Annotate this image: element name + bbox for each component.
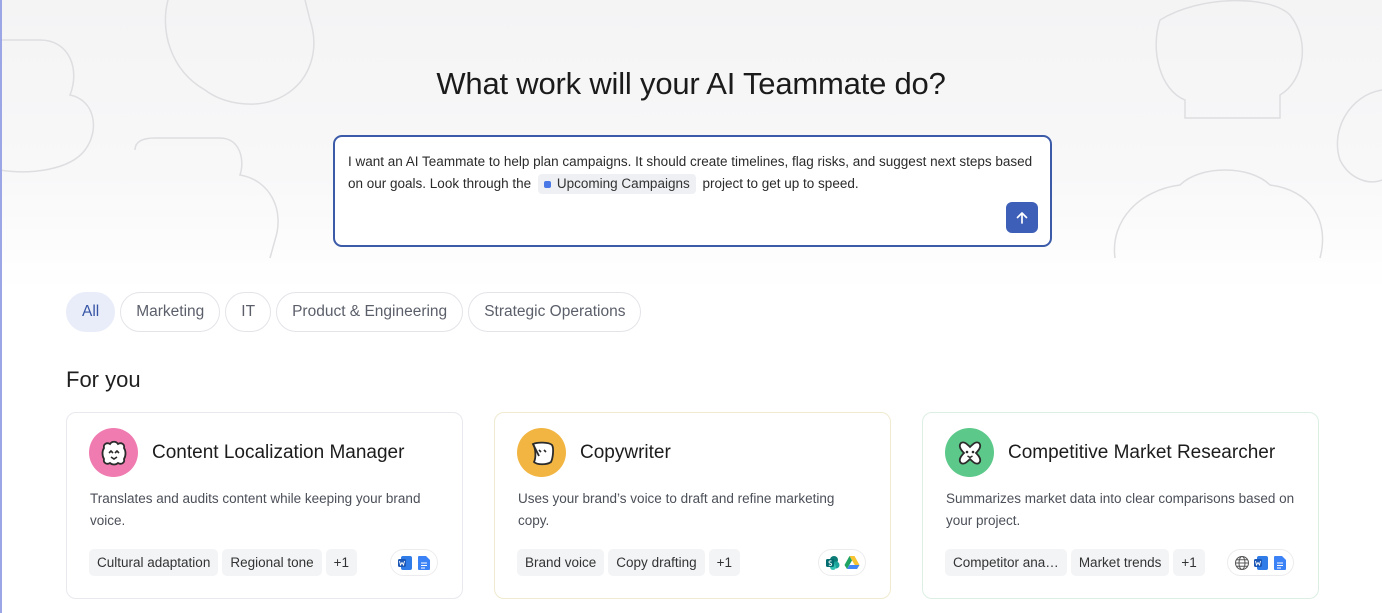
docs-icon xyxy=(1271,554,1288,571)
card-description: Summarizes market data into clear compar… xyxy=(946,491,1295,528)
filter-strategic-operations[interactable]: Strategic Operations xyxy=(468,292,642,332)
tag-more-count: +1 xyxy=(1173,549,1205,576)
card-header: Competitive Market Researcher xyxy=(945,428,1275,477)
filter-all[interactable]: All xyxy=(66,292,116,332)
card-tags: Brand voice Copy drafting +1 xyxy=(517,549,740,576)
card-title: Competitive Market Researcher xyxy=(1008,441,1276,463)
card-tags: Cultural adaptation Regional tone +1 xyxy=(89,549,358,576)
teammate-face-icon xyxy=(958,440,981,465)
card-tags: Competitor ana… Market trends +1 xyxy=(945,549,1205,576)
project-mention-label: Upcoming Campaigns xyxy=(556,176,690,192)
globe-icon xyxy=(1233,554,1250,571)
word-icon xyxy=(1252,554,1269,571)
teammate-face-icon xyxy=(531,441,554,465)
avatar xyxy=(517,428,566,477)
teammate-face-icon xyxy=(101,440,126,465)
card-header: Copywriter xyxy=(517,428,671,477)
card-tools xyxy=(1227,549,1294,576)
card-header: Content Localization Manager xyxy=(89,428,404,477)
filter-it[interactable]: IT xyxy=(225,292,272,332)
project-mention[interactable]: Upcoming Campaigns xyxy=(537,174,696,195)
send-button[interactable] xyxy=(1006,202,1038,233)
tag: Market trends xyxy=(1070,549,1170,576)
tag-more-count: +1 xyxy=(708,549,740,576)
card-description: Uses your brand’s voice to draft and ref… xyxy=(518,491,835,528)
filter-marketing[interactable]: Marketing xyxy=(120,292,221,332)
left-edge-rule xyxy=(0,0,2,613)
project-dot-icon xyxy=(543,180,551,188)
word-icon xyxy=(396,554,413,571)
card-tools xyxy=(818,549,866,576)
docs-icon xyxy=(415,554,432,571)
avatar xyxy=(945,428,994,477)
card-description: Translates and audits content while keep… xyxy=(90,491,421,528)
tag: Cultural adaptation xyxy=(89,549,219,576)
card-title: Content Localization Manager xyxy=(152,441,405,463)
prompt-text-after: project to get up to speed. xyxy=(702,176,859,191)
tag: Brand voice xyxy=(517,549,605,576)
prompt-text[interactable]: I want an AI Teammate to help plan campa… xyxy=(348,151,1038,195)
prompt-input[interactable]: I want an AI Teammate to help plan campa… xyxy=(333,135,1052,247)
tag-more-count: +1 xyxy=(325,549,358,576)
teammate-card-competitive-market-researcher[interactable]: Competitive Market Researcher Summarizes… xyxy=(922,412,1319,599)
category-filters: All Marketing IT Product & Engineering S… xyxy=(66,292,642,332)
teammate-card-copywriter[interactable]: Copywriter Uses your brand’s voice to dr… xyxy=(494,412,891,599)
page-title: What work will your AI Teammate do? xyxy=(436,66,946,101)
tag: Regional tone xyxy=(222,549,322,576)
tag: Competitor ana… xyxy=(945,549,1067,576)
drive-icon xyxy=(843,554,860,571)
arrow-up-icon xyxy=(1016,211,1028,224)
card-title: Copywriter xyxy=(580,441,671,463)
filter-product-engineering[interactable]: Product & Engineering xyxy=(276,292,464,332)
tag: Copy drafting xyxy=(608,549,705,576)
sharepoint-icon xyxy=(824,554,841,571)
teammate-card-content-localization[interactable]: Content Localization Manager Translates … xyxy=(66,412,463,599)
card-tools xyxy=(390,549,438,576)
section-title: For you xyxy=(66,367,141,392)
avatar xyxy=(89,428,138,477)
